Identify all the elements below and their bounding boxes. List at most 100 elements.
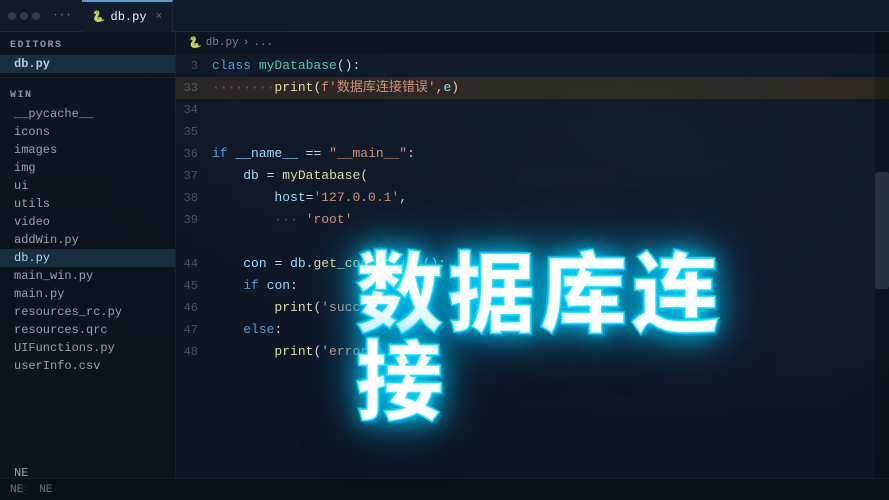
breadcrumb-python-icon: 🐍 xyxy=(188,36,202,50)
sidebar-item-uifunctions[interactable]: UIFunctions.py xyxy=(0,339,175,357)
code-line-39: 39 ··· 'root' xyxy=(176,209,889,231)
sidebar-item-ui[interactable]: ui xyxy=(0,177,175,195)
line-content-37: db = myDatabase( xyxy=(212,165,889,187)
breadcrumb-sep: › xyxy=(243,37,250,49)
code-area: 3 class myDatabase(): 33 ········print(f… xyxy=(176,55,889,363)
main-area: EDITORS db.py WIN __pycache__ icons imag… xyxy=(0,32,889,500)
sidebar-item-main[interactable]: main.py xyxy=(0,285,175,303)
code-line-35: 35 xyxy=(176,121,889,143)
line-num-48: 48 xyxy=(176,341,212,363)
line-content-35 xyxy=(212,121,889,143)
line-num-3: 3 xyxy=(176,55,212,77)
line-content-36: if __name__ == "__main__": xyxy=(212,143,889,165)
code-line-37: 37 db = myDatabase( xyxy=(176,165,889,187)
line-content-47: else: xyxy=(212,319,889,341)
sidebar-item-db-py[interactable]: db.py xyxy=(0,249,175,267)
tab-label: db.py xyxy=(111,10,147,24)
dot-3 xyxy=(32,12,40,20)
editors-label: EDITORS xyxy=(0,32,175,55)
sidebar-item-db-py-editor-label: db.py xyxy=(14,57,50,71)
code-line-46: 46 print('succ') xyxy=(176,297,889,319)
dot-1 xyxy=(8,12,16,20)
line-num-44: 44 xyxy=(176,253,212,275)
sidebar-item-img-label: img xyxy=(14,161,36,175)
sidebar-item-icons-label: icons xyxy=(14,125,50,139)
breadcrumb-file: db.py xyxy=(206,37,239,49)
code-line-38: 38 host='127.0.0.1', xyxy=(176,187,889,209)
code-line-36: 36 if __name__ == "__main__": xyxy=(176,143,889,165)
sidebar-item-resources-qrc[interactable]: resources.qrc xyxy=(0,321,175,339)
line-content-38: host='127.0.0.1', xyxy=(212,187,889,209)
tab-db-py[interactable]: 🐍 db.py × xyxy=(82,0,173,32)
code-line-44: 44 con = db.get_connection(); xyxy=(176,253,889,275)
ide-container: ··· 🐍 db.py × EDITORS db.py WIN __pycach… xyxy=(0,0,889,500)
sidebar-item-utils-label: utils xyxy=(14,197,50,211)
sidebar-item-pycache[interactable]: __pycache__ xyxy=(0,105,175,123)
tab-python-icon: 🐍 xyxy=(92,10,106,24)
line-num-34: 34 xyxy=(176,99,212,121)
sidebar-item-ui-label: ui xyxy=(14,179,28,193)
line-content-44: con = db.get_connection(); xyxy=(212,253,889,275)
tab-close-icon[interactable]: × xyxy=(156,11,163,23)
sidebar-item-userinfo[interactable]: userInfo.csv xyxy=(0,357,175,375)
sidebar-item-video[interactable]: video xyxy=(0,213,175,231)
sidebar-item-images[interactable]: images xyxy=(0,141,175,159)
line-num-45: 45 xyxy=(176,275,212,297)
sidebar-item-icons[interactable]: icons xyxy=(0,123,175,141)
code-line-45: 45 if con: xyxy=(176,275,889,297)
sidebar-item-video-label: video xyxy=(14,215,50,229)
editor-scrollbar[interactable] xyxy=(875,32,889,500)
line-num-35: 35 xyxy=(176,121,212,143)
line-content-48: print('error') xyxy=(212,341,889,363)
sidebar-item-mainwin[interactable]: main_win.py xyxy=(0,267,175,285)
status-bar: NE NE xyxy=(0,478,889,500)
line-content-33: ········print(f'数据库连接错误',e) xyxy=(212,77,889,99)
sidebar-item-uifunctions-label: UIFunctions.py xyxy=(14,341,115,355)
sidebar-item-utils[interactable]: utils xyxy=(0,195,175,213)
sidebar-item-resources-rc-label: resources_rc.py xyxy=(14,305,122,319)
sidebar: EDITORS db.py WIN __pycache__ icons imag… xyxy=(0,32,176,500)
tab-bar-dots xyxy=(8,12,40,20)
sidebar-item-db-py-editor[interactable]: db.py xyxy=(0,55,175,73)
line-num-47: 47 xyxy=(176,319,212,341)
sidebar-item-mainwin-label: main_win.py xyxy=(14,269,93,283)
code-line-34: 34 xyxy=(176,99,889,121)
line-num-38: 38 xyxy=(176,187,212,209)
line-num-39: 39 xyxy=(176,209,212,231)
editor-area: 🐍 db.py › ... 3 class myDatabase(): 33 ·… xyxy=(176,32,889,500)
sidebar-divider-1 xyxy=(0,77,175,78)
line-num-33: 33 xyxy=(176,77,212,99)
scroll-thumb xyxy=(875,172,889,289)
sidebar-item-addwin-label: addWin.py xyxy=(14,233,79,247)
line-num-46: 46 xyxy=(176,297,212,319)
tab-bar: ··· 🐍 db.py × xyxy=(0,0,889,32)
code-line-48: 48 print('error') xyxy=(176,341,889,363)
line-num-37: 37 xyxy=(176,165,212,187)
code-line-33: 33 ········print(f'数据库连接错误',e) xyxy=(176,77,889,99)
breadcrumb: 🐍 db.py › ... xyxy=(176,32,889,55)
sidebar-item-resources-rc[interactable]: resources_rc.py xyxy=(0,303,175,321)
line-content-34 xyxy=(212,99,889,121)
code-line-3: 3 class myDatabase(): xyxy=(176,55,889,77)
sidebar-item-db-py-label: db.py xyxy=(14,251,50,265)
line-content-39: ··· 'root' xyxy=(212,209,889,231)
sidebar-item-img[interactable]: img xyxy=(0,159,175,177)
tab-ellipsis: ··· xyxy=(52,10,72,22)
sidebar-item-pycache-label: __pycache__ xyxy=(14,107,93,121)
sidebar-item-images-label: images xyxy=(14,143,57,157)
breadcrumb-segment: ... xyxy=(253,37,273,49)
dot-2 xyxy=(20,12,28,20)
status-item-2: NE xyxy=(39,484,52,496)
line-content-46: print('succ') xyxy=(212,297,889,319)
code-line-47: 47 else: xyxy=(176,319,889,341)
sidebar-item-main-label: main.py xyxy=(14,287,64,301)
sidebar-item-addwin[interactable]: addWin.py xyxy=(0,231,175,249)
win-label: WIN xyxy=(0,82,175,105)
sidebar-item-resources-qrc-label: resources.qrc xyxy=(14,323,108,337)
line-content-3: class myDatabase(): xyxy=(212,55,889,77)
sidebar-item-userinfo-label: userInfo.csv xyxy=(14,359,100,373)
status-item-1: NE xyxy=(10,484,23,496)
line-num-36: 36 xyxy=(176,143,212,165)
line-content-45: if con: xyxy=(212,275,889,297)
code-gap xyxy=(176,231,889,253)
